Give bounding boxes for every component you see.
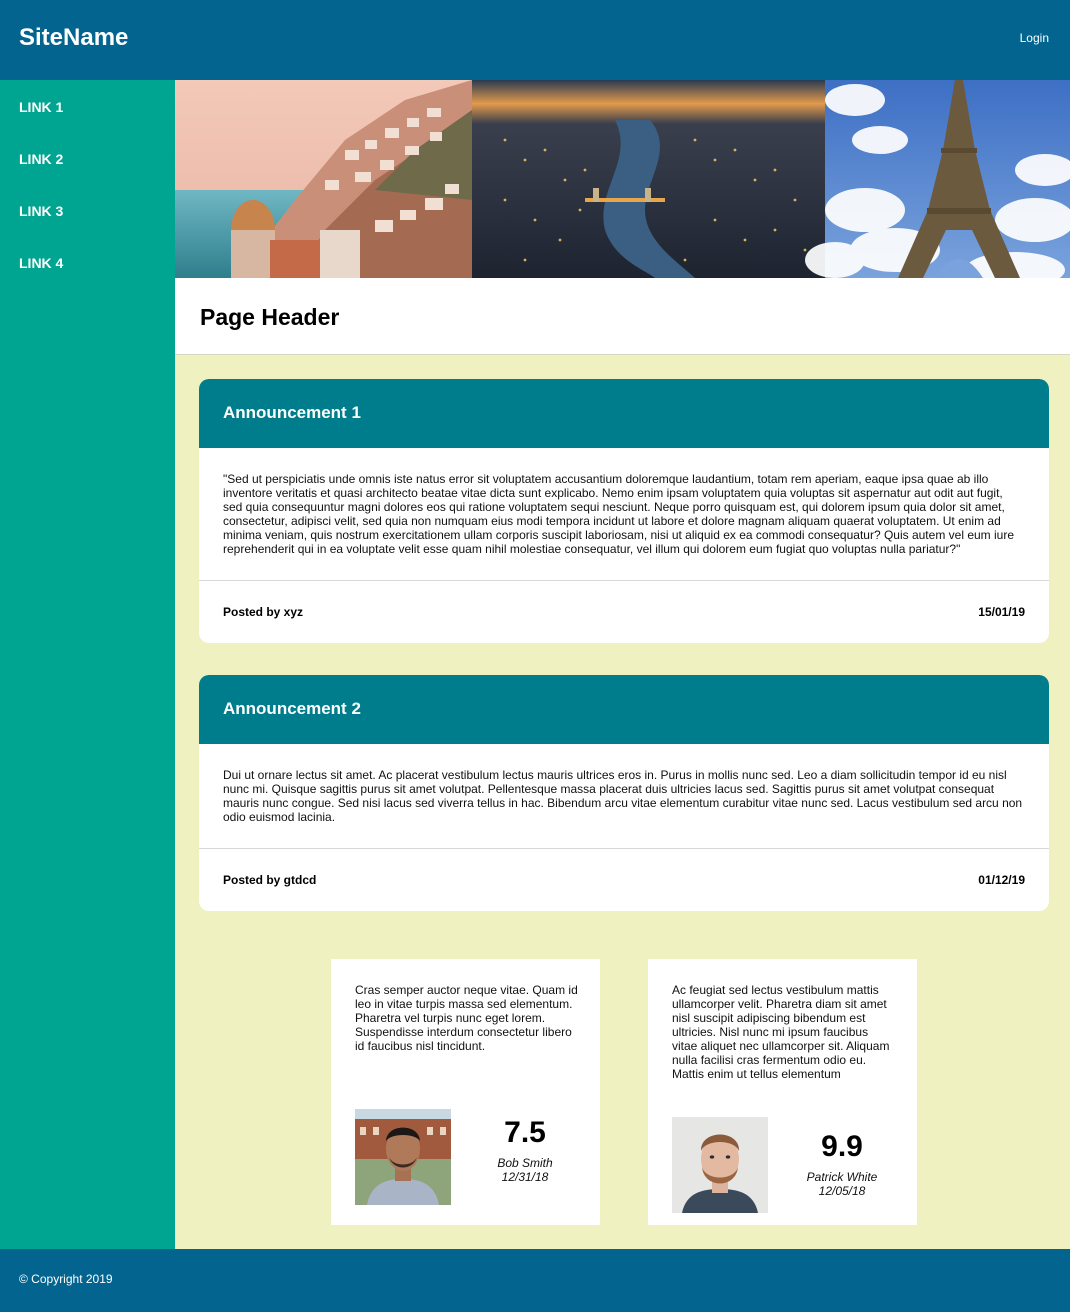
city-night-image: [472, 80, 825, 278]
avatar: [355, 1109, 451, 1205]
coastal-town-image: [175, 80, 472, 278]
announcement-author: Posted by gtdcd: [223, 873, 317, 887]
announcement-author: Posted by xyz: [223, 605, 304, 619]
divider: [199, 848, 1049, 849]
review-date: 12/05/18: [818, 1184, 866, 1198]
sidebar: LINK 1 LINK 2 LINK 3 LINK 4: [0, 80, 175, 1249]
reviewer-name: Patrick White: [806, 1170, 878, 1184]
eiffel-tower-image: [805, 80, 1070, 278]
footer: © Copyright 2019: [0, 1249, 1070, 1312]
announcement-header: Announcement 1: [199, 379, 1049, 448]
announcement-title: Announcement 2: [223, 699, 361, 718]
announcement-date: 15/01/19: [978, 605, 1025, 619]
announcement-body: "Sed ut perspiciatis unde omnis iste nat…: [223, 472, 1015, 556]
review-text: Ac feugiat sed lectus vestibulum mattis …: [672, 983, 890, 1081]
review-score: 7.5: [504, 1116, 546, 1149]
site-name[interactable]: SiteName: [19, 24, 128, 52]
avatar: [672, 1117, 768, 1213]
announcement-title: Announcement 1: [223, 403, 361, 422]
page-title: Page Header: [200, 304, 340, 330]
review-score: 9.9: [821, 1130, 863, 1163]
review-date: 12/31/18: [501, 1170, 549, 1184]
announcement-card: Announcement 1 "Sed ut perspiciatis unde…: [199, 379, 1049, 643]
review-card: Cras semper auctor neque vitae. Quam id …: [331, 959, 600, 1225]
copyright-text: © Copyright 2019: [19, 1272, 113, 1286]
login-link[interactable]: Login: [1020, 31, 1049, 45]
sidebar-item-link-2[interactable]: LINK 2: [19, 151, 63, 167]
page-header: Page Header: [175, 278, 1070, 355]
sidebar-item-link-1[interactable]: LINK 1: [19, 99, 63, 115]
divider: [199, 580, 1049, 581]
announcement-card: Announcement 2 Dui ut ornare lectus sit …: [199, 675, 1049, 911]
review-card: Ac feugiat sed lectus vestibulum mattis …: [648, 959, 917, 1225]
review-text: Cras semper auctor neque vitae. Quam id …: [355, 983, 578, 1053]
top-bar: SiteName Login: [0, 0, 1070, 80]
banner-images: [175, 80, 1070, 278]
announcement-body: Dui ut ornare lectus sit amet. Ac placer…: [223, 768, 1023, 824]
announcement-header: Announcement 2: [199, 675, 1049, 744]
sidebar-item-link-4[interactable]: LINK 4: [19, 255, 63, 271]
announcement-date: 01/12/19: [978, 873, 1025, 887]
reviewer-name: Bob Smith: [497, 1156, 553, 1170]
sidebar-item-link-3[interactable]: LINK 3: [19, 203, 63, 219]
